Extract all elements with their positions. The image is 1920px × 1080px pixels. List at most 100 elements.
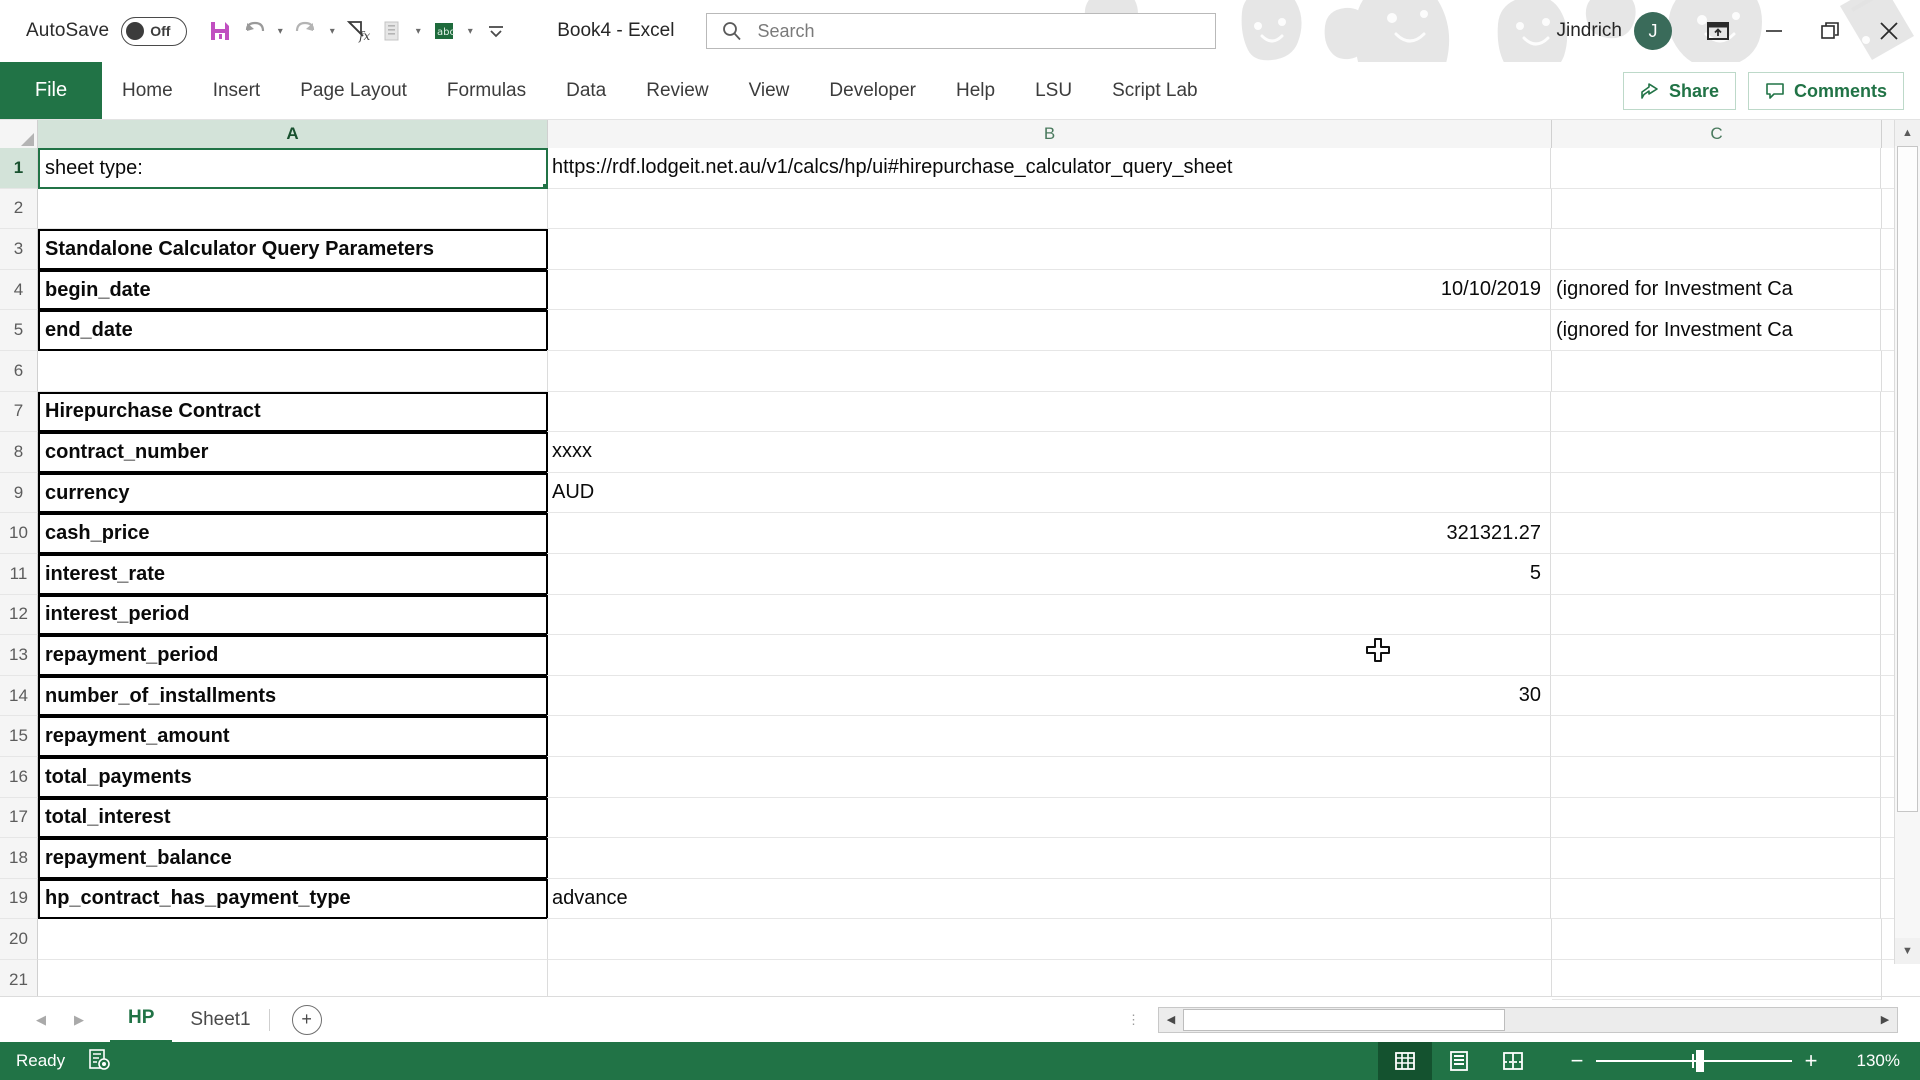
cell-a16[interactable]: total_payments — [38, 756, 548, 798]
redo-icon[interactable] — [289, 13, 323, 49]
cell-c19[interactable] — [1551, 878, 1881, 920]
cell-a2[interactable] — [38, 188, 548, 230]
fill-handle[interactable] — [542, 182, 546, 187]
cell-b9[interactable]: AUD — [547, 472, 1551, 514]
cell-b8[interactable]: xxxx — [547, 432, 1551, 473]
cell-a4[interactable]: begin_date — [38, 269, 548, 311]
add-sheet-button[interactable]: + — [291, 1004, 322, 1035]
cell-b18[interactable] — [547, 838, 1551, 879]
column-header-a[interactable]: A — [38, 120, 548, 148]
row-header[interactable]: 4 — [0, 269, 38, 311]
search-input[interactable]: Search — [757, 21, 814, 42]
cell-c8[interactable] — [1551, 432, 1881, 473]
cell-a5[interactable]: end_date — [38, 310, 548, 351]
column-header-c[interactable]: C — [1552, 120, 1882, 148]
scroll-left-button[interactable]: ◀ — [1159, 1007, 1183, 1032]
cell-c11[interactable] — [1551, 553, 1881, 595]
row-header[interactable]: 8 — [0, 432, 38, 473]
row-header[interactable]: 7 — [0, 391, 38, 433]
cell-b10[interactable]: 321321.27 — [547, 513, 1551, 554]
search-box[interactable]: Search — [706, 13, 1217, 49]
normal-view-button[interactable] — [1378, 1042, 1432, 1080]
macro-icon[interactable]: abc — [427, 13, 461, 49]
share-button[interactable]: Share — [1622, 72, 1736, 110]
cell-b19[interactable]: advance — [547, 878, 1551, 920]
tab-formulas[interactable]: Formulas — [427, 62, 546, 119]
next-sheet-button[interactable]: ▶ — [60, 1000, 98, 1040]
row-header[interactable]: 18 — [0, 838, 38, 879]
cell-a7[interactable]: Hirepurchase Contract — [38, 391, 548, 433]
zoom-slider-thumb[interactable] — [1696, 1050, 1704, 1072]
sheet-tab-hp[interactable]: HP — [110, 996, 173, 1043]
row-header[interactable]: 12 — [0, 594, 38, 636]
row-header[interactable]: 14 — [0, 675, 38, 717]
row-header[interactable]: 15 — [0, 716, 38, 757]
cell-b17[interactable] — [547, 797, 1551, 839]
cell-b1[interactable]: https://rdf.lodgeit.net.au/v1/calcs/hp/u… — [547, 148, 1551, 189]
row-header[interactable]: 10 — [0, 513, 38, 554]
cell-a8[interactable]: contract_number — [38, 432, 548, 473]
tab-home[interactable]: Home — [102, 62, 193, 119]
row-header[interactable]: 6 — [0, 350, 38, 392]
row-header[interactable]: 2 — [0, 188, 38, 230]
cell-a13[interactable]: repayment_period — [38, 635, 548, 676]
tab-review[interactable]: Review — [626, 62, 728, 119]
row-header[interactable]: 1 — [0, 148, 38, 189]
cell-a17[interactable]: total_interest — [38, 797, 548, 839]
tab-insert[interactable]: Insert — [193, 62, 281, 119]
undo-dropdown-chevron-icon[interactable]: ▾ — [271, 13, 289, 49]
cell-b4[interactable]: 10/10/2019 — [547, 269, 1551, 311]
cell-b12[interactable] — [547, 594, 1551, 636]
cell-b14[interactable]: 30 — [547, 675, 1551, 717]
horizontal-scroll-thumb[interactable] — [1183, 1008, 1505, 1031]
autosave-toggle[interactable]: Off — [121, 16, 188, 46]
row-header[interactable]: 17 — [0, 797, 38, 839]
cell-b7[interactable] — [547, 391, 1551, 433]
tab-page-layout[interactable]: Page Layout — [280, 62, 427, 119]
restore-button[interactable] — [1802, 0, 1858, 62]
account-info[interactable]: Jindrich J — [1557, 12, 1672, 50]
paste-icon[interactable] — [375, 13, 409, 49]
cell-d21[interactable] — [1882, 960, 1920, 1001]
page-layout-view-button[interactable] — [1432, 1042, 1486, 1080]
customize-quick-access-toolbar-icon[interactable] — [479, 13, 513, 49]
tab-view[interactable]: View — [729, 62, 810, 119]
save-icon[interactable] — [203, 13, 237, 49]
macro-dropdown-chevron-icon[interactable]: ▾ — [461, 13, 479, 49]
comments-button[interactable]: Comments — [1747, 72, 1904, 110]
vertical-scrollbar[interactable]: ▲ ▼ — [1894, 120, 1920, 964]
cell-b15[interactable] — [547, 716, 1551, 757]
cell-c3[interactable] — [1551, 229, 1881, 270]
row-header[interactable]: 9 — [0, 472, 38, 514]
cell-b2[interactable] — [548, 188, 1552, 230]
cell-c5[interactable]: (ignored for Investment Ca — [1551, 310, 1881, 351]
cell-a12[interactable]: interest_period — [38, 594, 548, 636]
vertical-scroll-thumb[interactable] — [1897, 146, 1918, 812]
row-header[interactable]: 11 — [0, 553, 38, 595]
previous-sheet-button[interactable]: ◀ — [22, 1000, 60, 1040]
horizontal-scrollbar[interactable]: ◀ ▶ — [1158, 1006, 1898, 1033]
zoom-out-button[interactable]: − — [1558, 1042, 1596, 1080]
close-button[interactable] — [1858, 0, 1920, 62]
scroll-up-button[interactable]: ▲ — [1895, 120, 1920, 146]
page-break-preview-button[interactable] — [1486, 1042, 1540, 1080]
cell-a20[interactable] — [38, 919, 548, 960]
zoom-level-label[interactable]: 130% — [1842, 1051, 1900, 1071]
cell-c1[interactable] — [1551, 148, 1881, 189]
cell-b20[interactable] — [548, 919, 1552, 960]
tab-developer[interactable]: Developer — [809, 62, 936, 119]
insert-function-icon[interactable]: fx — [341, 13, 375, 49]
cell-a11[interactable]: interest_rate — [38, 553, 548, 595]
cell-a19[interactable]: hp_contract_has_payment_type — [38, 878, 548, 920]
horizontal-scroll-track[interactable] — [1183, 1008, 1873, 1032]
minimize-button[interactable] — [1746, 0, 1802, 62]
scroll-down-button[interactable]: ▼ — [1895, 938, 1920, 964]
tab-data[interactable]: Data — [546, 62, 626, 119]
cell-c10[interactable] — [1551, 513, 1881, 554]
zoom-slider[interactable] — [1596, 1042, 1792, 1080]
row-header[interactable]: 5 — [0, 310, 38, 351]
cell-a21[interactable] — [38, 959, 548, 1001]
select-all-corner[interactable] — [0, 120, 38, 148]
cell-a18[interactable]: repayment_balance — [38, 838, 548, 879]
row-header[interactable]: 19 — [0, 878, 38, 920]
